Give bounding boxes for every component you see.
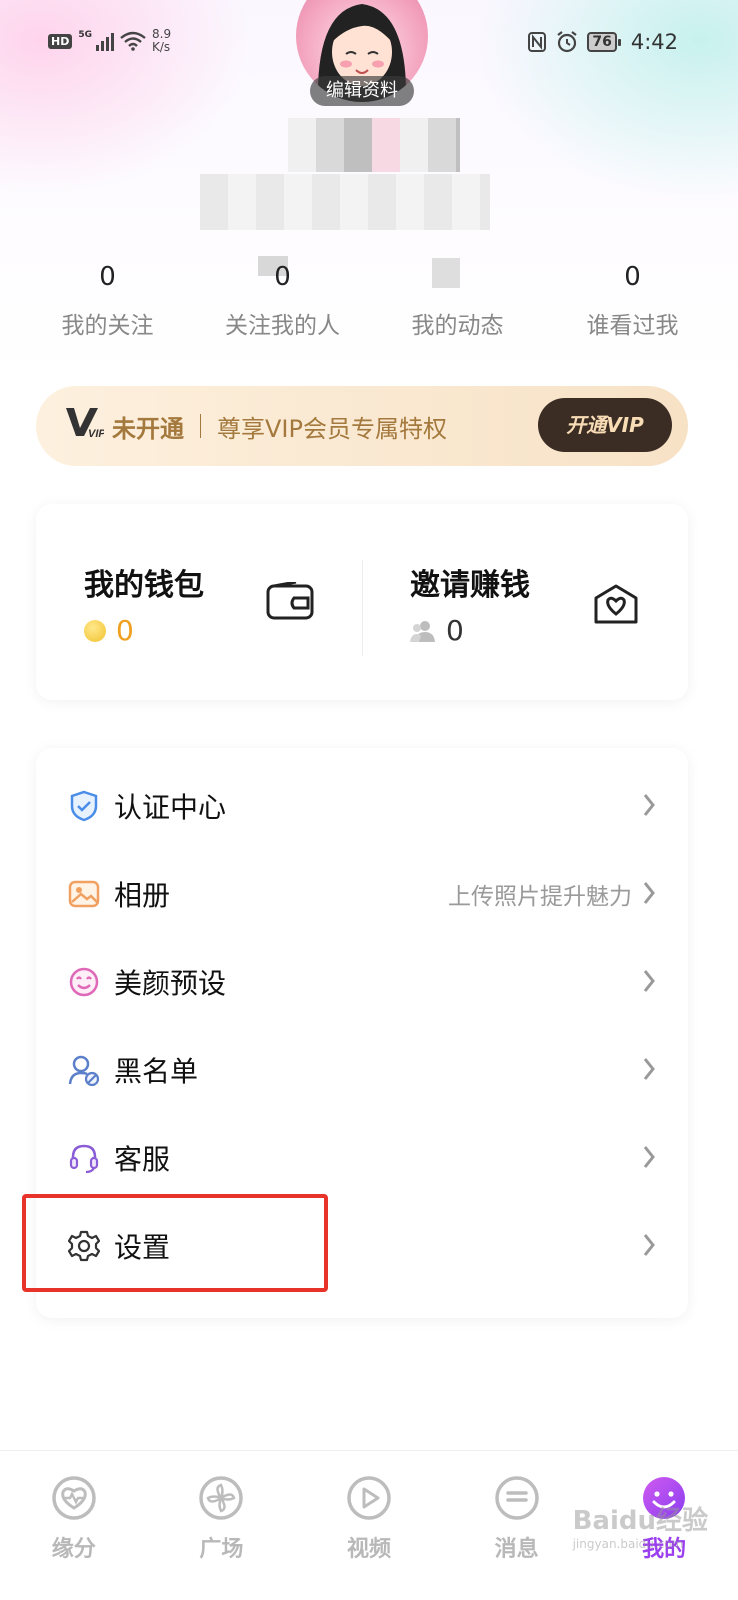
heart-pulse-icon [52,1476,96,1520]
wallet-card: 我的钱包 0 邀请赚钱 0 [36,504,688,700]
menu-item-customer-service[interactable]: 客服 [36,1114,688,1202]
menu-label-customer-service: 客服 [114,1143,171,1176]
status-bar-left: HD 5G 8.9 K/s [48,28,171,54]
pinwheel-icon [199,1476,244,1520]
nav-label-fate: 缘分 [51,1537,96,1562]
message-icon [494,1476,539,1520]
photo-icon [68,880,100,908]
nav-label-video: 视频 [346,1537,391,1562]
invite-count-value: 0 [446,614,464,647]
wallet-title: 我的钱包 [84,568,204,603]
shield-icon [70,790,98,822]
vip-status: 未开通 [112,414,184,443]
stat-visitors-count: 0 [624,262,641,292]
chevron-right-icon [643,1234,655,1256]
nav-tab-square[interactable]: 广场 [148,1451,296,1600]
wallet-balance: 0 [84,614,134,647]
stat-followers-count: 0 [274,262,291,292]
wallet-balance-value: 0 [116,614,134,647]
stat-visitors[interactable]: 0 谁看过我 [545,262,720,340]
chevron-right-icon [643,970,655,992]
baidu-watermark: Baidu经验 jingyan.baidu.com [573,1500,708,1551]
menu-label-verification: 认证中心 [114,791,227,824]
speed-unit: K/s [152,40,171,54]
vip-separator [200,414,201,438]
nav-tab-video[interactable]: 视频 [295,1451,443,1600]
network-type: 5G [78,30,92,40]
menu-item-verification[interactable]: 认证中心 [36,762,688,850]
chevron-right-icon [643,882,655,904]
stat-posts[interactable]: 我的动态 [370,262,545,340]
menu-label-beauty-preset: 美颜预设 [114,967,227,1000]
nickname-blurred [288,118,460,172]
alarm-icon [557,31,578,53]
stat-following-label: 我的关注 [61,313,154,339]
speed-value: 8.9 [152,27,172,41]
play-icon [347,1476,391,1520]
menu-item-blacklist[interactable]: 黑名单 [36,1026,688,1114]
wifi-icon [120,31,146,51]
nav-label-square: 广场 [199,1537,244,1562]
nav-tab-fate[interactable]: 缘分 [0,1451,148,1600]
stats-row: 0 我的关注 0 关注我的人 我的动态 0 谁看过我 [20,262,720,340]
coin-icon [84,619,106,642]
stat-following[interactable]: 0 我的关注 [20,262,195,340]
menu-item-album[interactable]: 相册 上传照片提升魅力 [36,850,688,938]
smile-icon [69,967,99,997]
watermark-url: jingyan.baidu.com [572,1537,684,1551]
stat-posts-count [370,262,545,296]
invite-earn[interactable]: 邀请赚钱 0 [362,504,688,700]
invite-gift-icon [594,584,638,624]
vip-description: 尊享VIP会员专属特权 [217,414,447,443]
hd-badge: HD [48,33,73,49]
invite-count: 0 [410,614,464,647]
stat-following-count: 0 [99,262,116,292]
menu-item-beauty-preset[interactable]: 美颜预设 [36,938,688,1026]
chevron-right-icon [643,1058,655,1080]
menu-label-blacklist: 黑名单 [114,1055,199,1088]
status-bar-right: 76 4:42 [527,30,678,54]
profile-id-blurred [200,174,490,230]
invite-title: 邀请赚钱 [410,568,530,603]
edit-profile-button[interactable]: 编辑资料 [310,76,414,106]
menu-label-album: 相册 [114,879,171,912]
watermark-brand: Baidu经验 [572,1506,708,1536]
stat-followers-label: 关注我的人 [225,313,340,339]
menu-hint-album: 上传照片提升魅力 [448,884,632,910]
nav-tab-messages[interactable]: 消息 [443,1451,591,1600]
friends-icon [410,620,435,642]
user-block-icon [68,1055,100,1086]
chevron-right-icon [643,794,655,816]
stat-posts-label: 我的动态 [411,313,504,339]
stat-followers[interactable]: 0 关注我的人 [195,262,370,340]
settings-highlight-box [22,1194,328,1292]
network-speed: 8.9 K/s [152,28,171,54]
chevron-right-icon [643,1146,655,1168]
wallet-icon [266,582,314,620]
vip-logo-text: VIP [88,428,104,440]
nav-label-messages: 消息 [494,1537,539,1562]
stat-visitors-label: 谁看过我 [586,313,679,339]
vip-banner[interactable]: VIP 未开通 尊享VIP会员专属特权 开通VIP [36,386,688,466]
clock: 4:42 [630,30,678,54]
nfc-icon [528,32,547,52]
my-wallet[interactable]: 我的钱包 0 [36,504,362,700]
open-vip-button[interactable]: 开通VIP [538,398,672,452]
signal-icon: 5G [78,31,114,51]
headset-icon [69,1144,99,1174]
battery-indicator: 76 [587,32,622,52]
vip-logo-icon: VIP [64,404,106,448]
